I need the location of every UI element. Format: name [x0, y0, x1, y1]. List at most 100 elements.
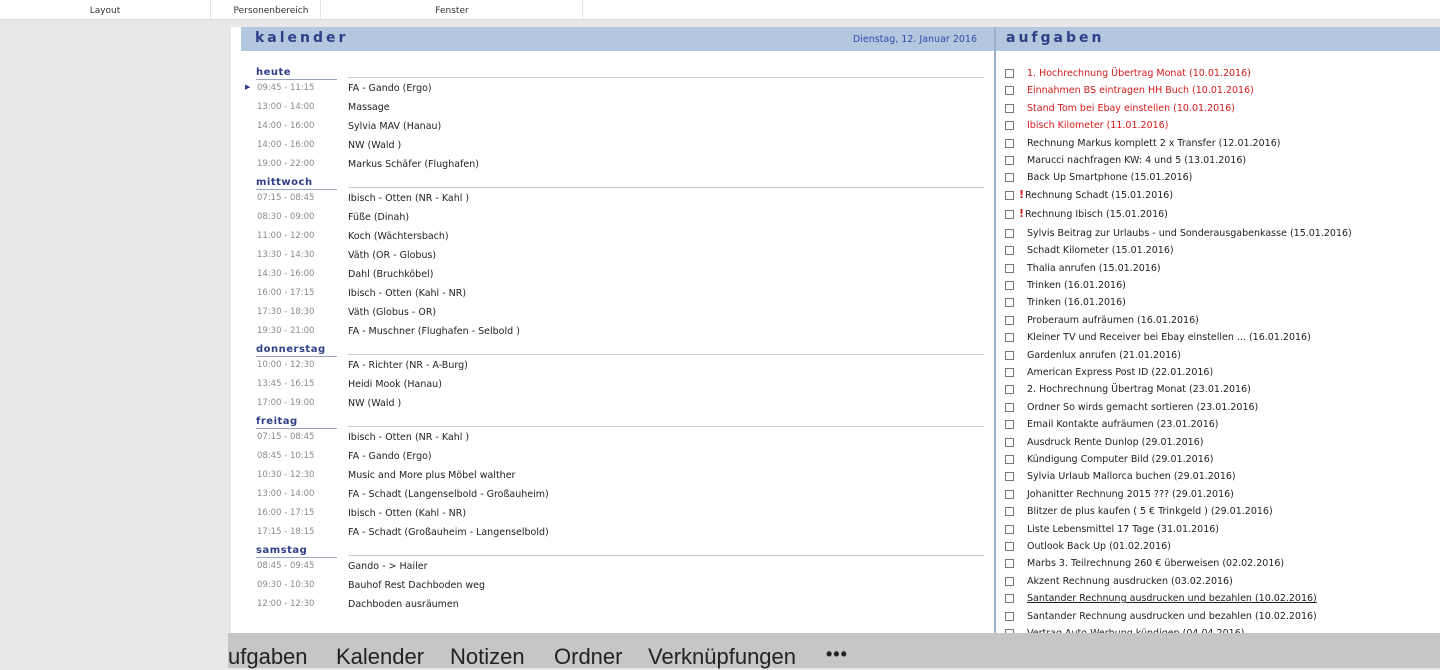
- task-row[interactable]: ! Rechnung Ibisch (15.01.2016): [1005, 206, 1435, 223]
- tab-personenbereich[interactable]: Personenbereich: [222, 0, 321, 19]
- task-row[interactable]: Kündigung Computer Bild (29.01.2016): [1005, 451, 1435, 468]
- appointment-row[interactable]: 17:15 - 18:15 FA - Schadt (Großauheim - L…: [245, 524, 985, 542]
- task-row[interactable]: Trinken (16.01.2016): [1005, 294, 1435, 311]
- task-checkbox[interactable]: [1005, 594, 1014, 604]
- task-row[interactable]: Schadt Kilometer (15.01.2016): [1005, 242, 1435, 259]
- task-row[interactable]: Gardenlux anrufen (21.01.2016): [1005, 347, 1435, 364]
- task-checkbox[interactable]: [1005, 190, 1014, 200]
- task-row[interactable]: Akzent Rechnung ausdrucken (03.02.2016): [1005, 573, 1435, 590]
- task-row[interactable]: Marbs 3. Teilrechnung 260 € überweisen (…: [1005, 555, 1435, 572]
- nav-kalender[interactable]: Kalender: [336, 644, 424, 670]
- task-checkbox[interactable]: [1005, 524, 1014, 534]
- appointment-row[interactable]: 16:00 - 17:15 Ibisch - Otten (Kahl - NR): [245, 505, 985, 523]
- appointment-row[interactable]: 19:00 - 22:00 Markus Schäfer (Flughafen): [245, 156, 985, 174]
- task-checkbox[interactable]: [1005, 86, 1014, 96]
- task-checkbox[interactable]: [1005, 333, 1014, 343]
- appointment-row[interactable]: 07:15 - 08:45 Ibisch - Otten (NR - Kahl ): [245, 429, 985, 447]
- task-row[interactable]: Rechnung Markus komplett 2 x Transfer (1…: [1005, 135, 1435, 152]
- tab-layout[interactable]: Layout: [0, 0, 211, 19]
- task-checkbox[interactable]: [1005, 472, 1014, 482]
- task-row[interactable]: American Express Post ID (22.01.2016): [1005, 364, 1435, 381]
- appointment-row[interactable]: 14:00 - 16:00 NW (Wald ): [245, 137, 985, 155]
- task-checkbox[interactable]: [1005, 368, 1014, 377]
- task-checkbox[interactable]: [1005, 103, 1014, 113]
- task-row[interactable]: Marucci nachfragen KW: 4 und 5 (13.01.20…: [1005, 152, 1435, 169]
- task-checkbox[interactable]: [1005, 69, 1014, 78]
- nav-verknuepfungen[interactable]: Verknüpfungen: [648, 644, 796, 670]
- task-row[interactable]: Email Kontakte aufräumen (23.01.2016): [1005, 416, 1435, 433]
- task-row[interactable]: Santander Rechnung ausdrucken und bezahl…: [1005, 608, 1435, 625]
- appointment-row[interactable]: 17:30 - 18:30 Väth (Globus - OR): [245, 304, 985, 322]
- task-checkbox[interactable]: [1005, 420, 1014, 430]
- tab-fenster[interactable]: Fenster: [322, 0, 583, 19]
- nav-ordner[interactable]: Ordner: [554, 644, 622, 670]
- appointment-row[interactable]: 08:30 - 09:00 Füße (Dinah): [245, 209, 985, 227]
- task-checkbox[interactable]: [1005, 173, 1014, 183]
- task-checkbox[interactable]: [1005, 138, 1014, 148]
- nav-notizen[interactable]: Notizen: [450, 644, 525, 670]
- task-row[interactable]: ! Rechnung Schadt (15.01.2016): [1005, 187, 1435, 204]
- task-row[interactable]: 2. Hochrechnung Übertrag Monat (23.01.20…: [1005, 381, 1435, 398]
- task-row[interactable]: Liste Lebensmittel 17 Tage (31.01.2016): [1005, 521, 1435, 538]
- task-checkbox[interactable]: [1005, 228, 1014, 238]
- appointment-row[interactable]: 14:30 - 16:00 Dahl (Bruchköbel): [245, 266, 985, 284]
- task-row[interactable]: 1. Hochrechnung Übertrag Monat (10.01.20…: [1005, 65, 1435, 82]
- tasks-title[interactable]: aufgaben: [1006, 30, 1104, 46]
- task-checkbox[interactable]: [1005, 542, 1014, 551]
- task-checkbox[interactable]: [1005, 298, 1014, 308]
- task-row[interactable]: Santander Rechnung ausdrucken und bezahl…: [1005, 590, 1435, 607]
- task-row[interactable]: Ausdruck Rente Dunlop (29.01.2016): [1005, 434, 1435, 451]
- task-row[interactable]: Vertrag Auto Werbung kündigen (04.04.201…: [1005, 625, 1435, 633]
- nav-aufgaben[interactable]: ufgaben: [228, 644, 308, 670]
- appointment-row[interactable]: 13:30 - 14:30 Väth (OR - Globus): [245, 247, 985, 265]
- task-checkbox[interactable]: [1005, 121, 1014, 131]
- appointment-row[interactable]: 13:00 - 14:00 FA - Schadt (Langenselbold …: [245, 486, 985, 504]
- appointment-row[interactable]: 13:45 - 16:15 Heidi Mook (Hanau): [245, 376, 985, 394]
- appointment-row[interactable]: 10:30 - 12:30 Music and More plus Möbel w…: [245, 467, 985, 485]
- task-checkbox[interactable]: [1005, 350, 1014, 360]
- appointment-row[interactable]: 17:00 - 19:00 NW (Wald ): [245, 395, 985, 413]
- task-checkbox[interactable]: [1005, 315, 1014, 325]
- task-row[interactable]: Johanitter Rechnung 2015 ??? (29.01.2016…: [1005, 486, 1435, 503]
- task-checkbox[interactable]: [1005, 437, 1014, 447]
- task-checkbox[interactable]: [1005, 611, 1014, 621]
- task-row[interactable]: Stand Tom bei Ebay einstellen (10.01.201…: [1005, 100, 1435, 117]
- appointment-row[interactable]: 19:30 - 21:00 FA - Muschner (Flughafen - …: [245, 323, 985, 341]
- task-row[interactable]: Proberaum aufräumen (16.01.2016): [1005, 312, 1435, 329]
- task-row[interactable]: Einnahmen BS eintragen HH Buch (10.01.20…: [1005, 82, 1435, 99]
- task-checkbox[interactable]: [1005, 281, 1014, 290]
- appointment-row[interactable]: 11:00 - 12:00 Koch (Wächtersbach): [245, 228, 985, 246]
- appointment-row[interactable]: 12:00 - 12:30 Dachboden ausräumen: [245, 596, 985, 614]
- task-checkbox[interactable]: [1005, 576, 1014, 586]
- task-checkbox[interactable]: [1005, 489, 1014, 499]
- task-checkbox[interactable]: [1005, 246, 1014, 256]
- appointment-row[interactable]: 14:00 - 16:00 Sylvia MAV (Hanau): [245, 118, 985, 136]
- appointment-row[interactable]: ▶ 09:45 - 11:15 FA - Gando (Ergo): [245, 80, 985, 98]
- task-row[interactable]: Back Up Smartphone (15.01.2016): [1005, 169, 1435, 186]
- task-checkbox[interactable]: [1005, 507, 1014, 517]
- task-checkbox[interactable]: [1005, 209, 1014, 219]
- appointment-row[interactable]: 08:45 - 10:15 FA - Gando (Ergo): [245, 448, 985, 466]
- appointment-row[interactable]: 16:00 - 17:15 Ibisch - Otten (Kahl - NR): [245, 285, 985, 303]
- appointment-row[interactable]: 10:00 - 12:30 FA - Richter (NR - A-Burg): [245, 357, 985, 375]
- appointment-row[interactable]: 07:15 - 08:45 Ibisch - Otten (NR - Kahl ): [245, 190, 985, 208]
- task-row[interactable]: Trinken (16.01.2016): [1005, 277, 1435, 294]
- task-row[interactable]: Ordner So wirds gemacht sortieren (23.01…: [1005, 399, 1435, 416]
- appointment-row[interactable]: 13:00 - 14:00 Massage: [245, 99, 985, 117]
- task-row[interactable]: Sylvia Urlaub Mallorca buchen (29.01.201…: [1005, 468, 1435, 485]
- task-row[interactable]: Thalia anrufen (15.01.2016): [1005, 260, 1435, 277]
- task-checkbox[interactable]: [1005, 455, 1014, 464]
- task-checkbox[interactable]: [1005, 263, 1014, 273]
- task-checkbox[interactable]: [1005, 402, 1014, 412]
- task-checkbox[interactable]: [1005, 385, 1014, 395]
- task-checkbox[interactable]: [1005, 156, 1014, 165]
- task-row[interactable]: Ibisch Kilometer (11.01.2016): [1005, 117, 1435, 134]
- task-row[interactable]: Kleiner TV und Receiver bei Ebay einstel…: [1005, 329, 1435, 346]
- task-checkbox[interactable]: [1005, 559, 1014, 569]
- calendar-title[interactable]: kalender: [255, 30, 348, 46]
- appointment-row[interactable]: 09:30 - 10:30 Bauhof Rest Dachboden weg: [245, 577, 985, 595]
- more-icon[interactable]: •••: [826, 644, 848, 665]
- task-row[interactable]: Blitzer de plus kaufen ( 5 € Trinkgeld )…: [1005, 503, 1435, 520]
- task-row[interactable]: Outlook Back Up (01.02.2016): [1005, 538, 1435, 555]
- appointment-row[interactable]: 08:45 - 09:45 Gando - > Hailer: [245, 558, 985, 576]
